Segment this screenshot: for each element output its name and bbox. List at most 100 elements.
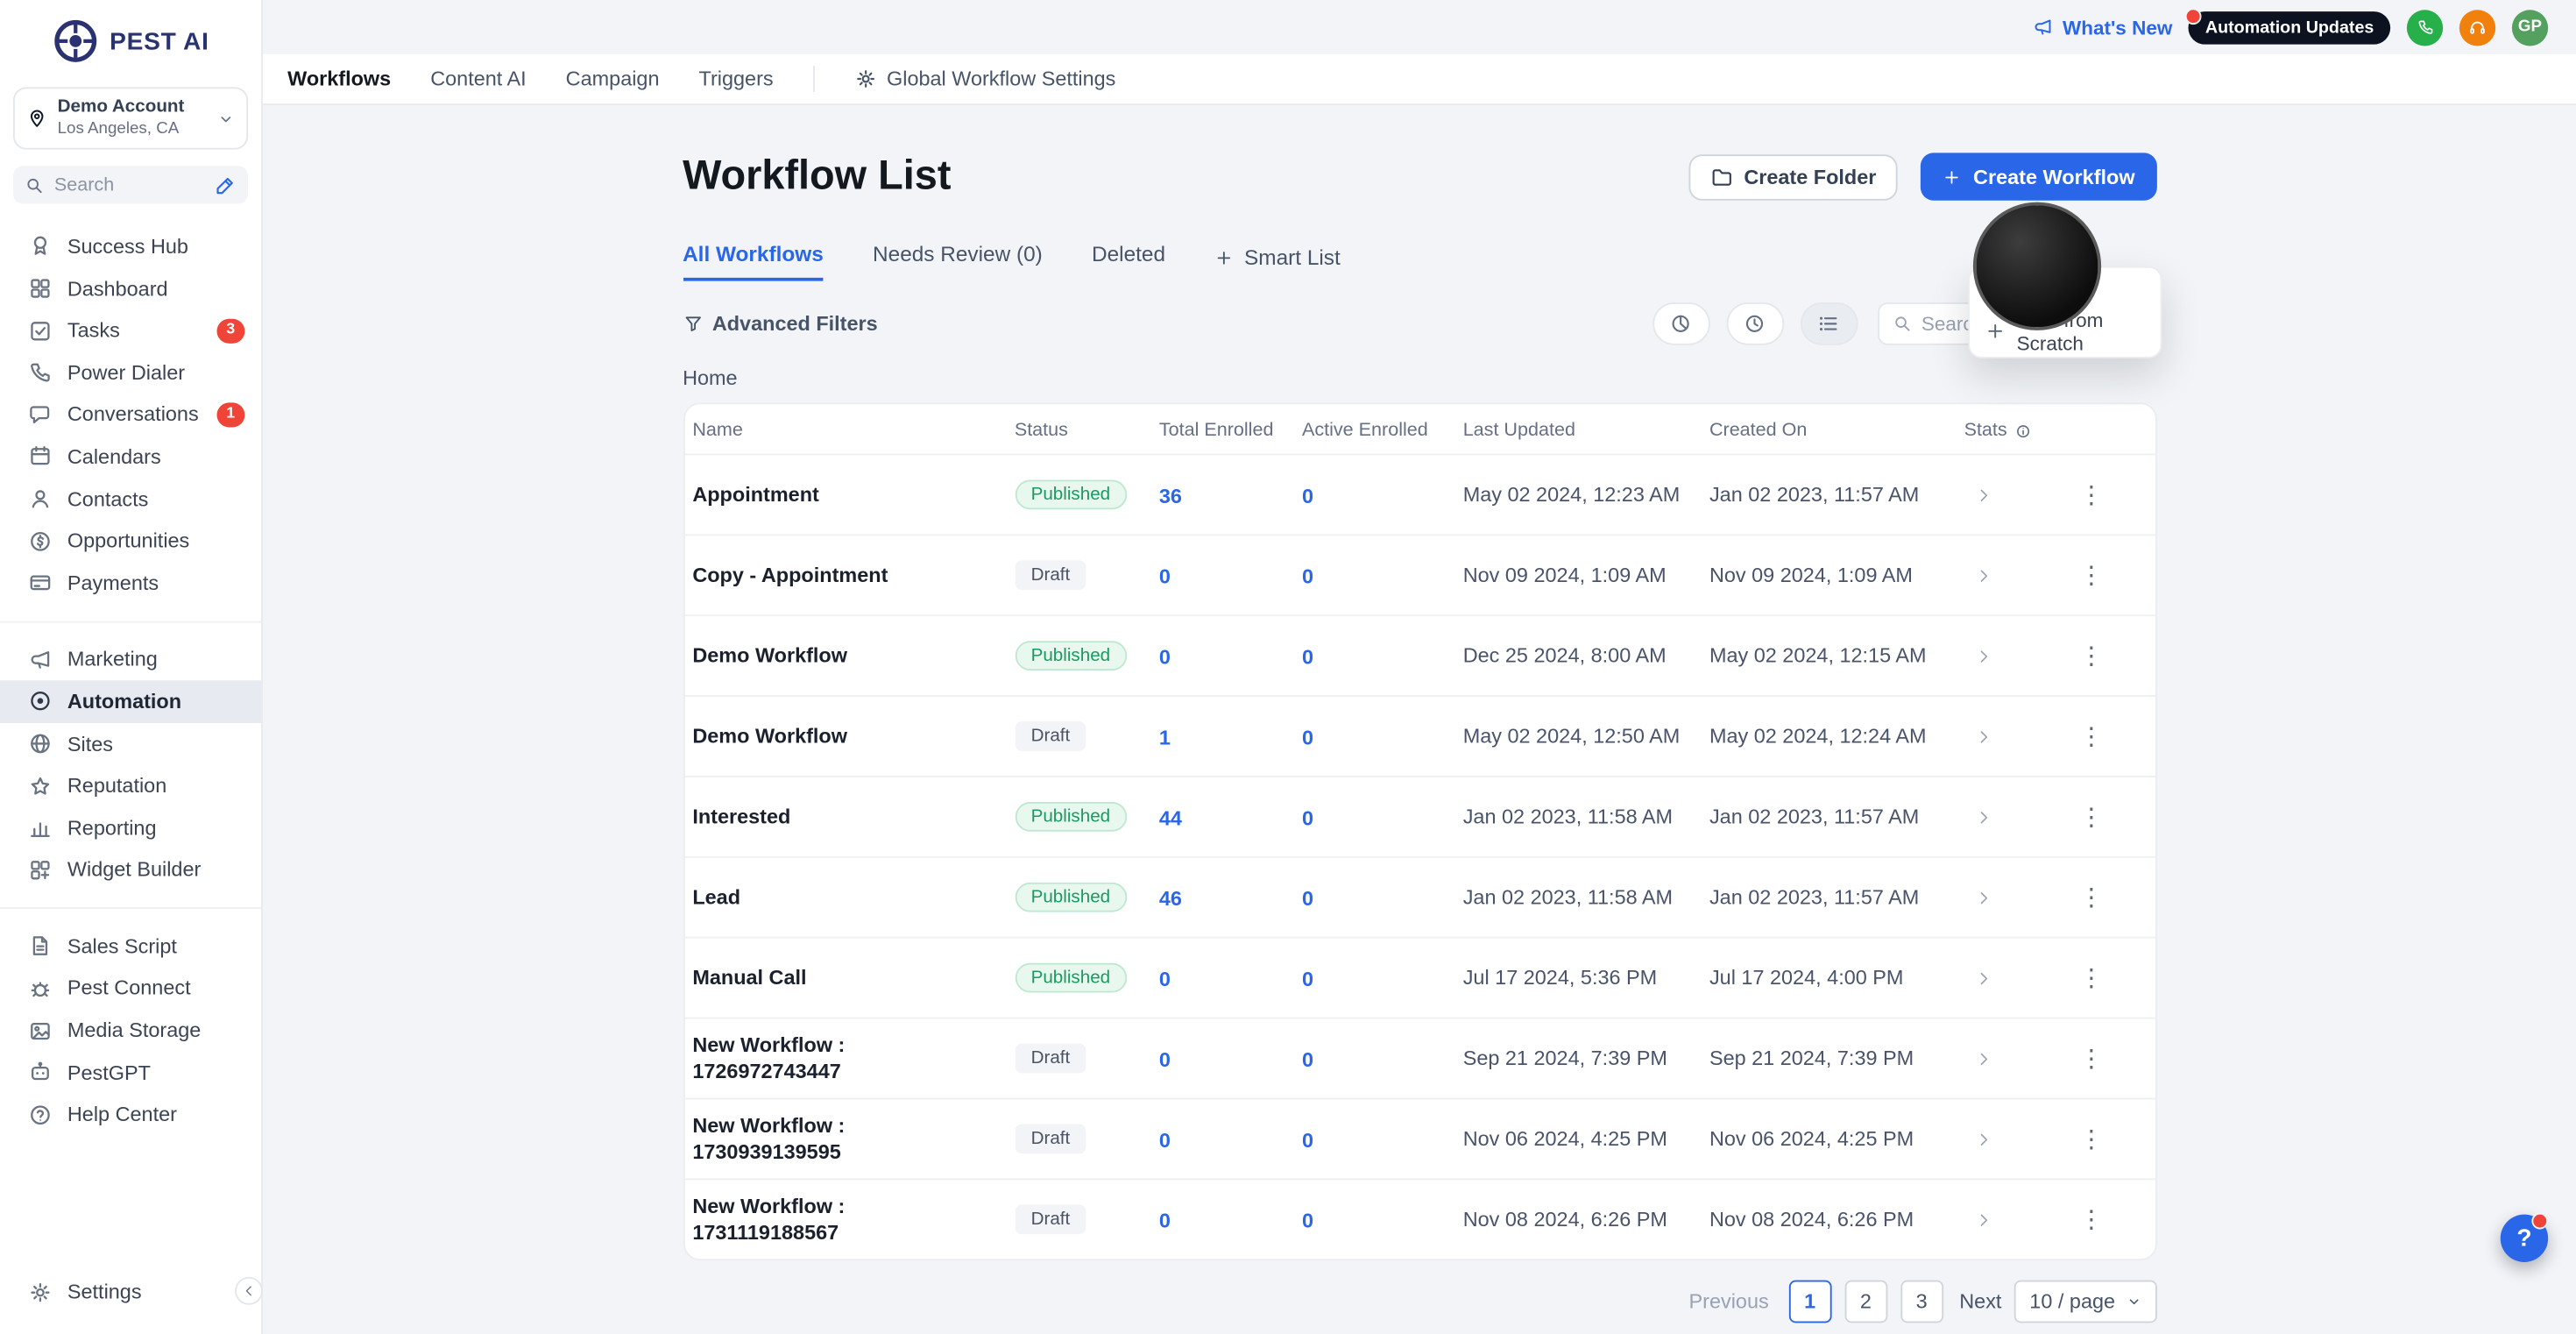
row-menu-kebab[interactable]: ⋮ — [2066, 1044, 2148, 1074]
call-status-button[interactable] — [2406, 9, 2444, 46]
breadcrumb[interactable]: Home — [683, 366, 2156, 389]
active-enrolled-link[interactable]: 0 — [1302, 485, 1313, 507]
total-enrolled-link[interactable]: 0 — [1159, 565, 1171, 588]
page-size-select[interactable]: 10 / page — [2014, 1281, 2156, 1324]
row-menu-kebab[interactable]: ⋮ — [2066, 803, 2148, 833]
row-open-chevron[interactable] — [1964, 1131, 2066, 1149]
total-enrolled-link[interactable]: 0 — [1159, 968, 1171, 990]
workflow-name[interactable]: Interested — [692, 804, 1015, 832]
sidebar-item-settings[interactable]: Settings — [0, 1271, 261, 1313]
total-enrolled-link[interactable]: 1 — [1159, 727, 1171, 749]
row-menu-kebab[interactable]: ⋮ — [2066, 480, 2148, 510]
tab-smart-list[interactable]: Smart List — [1214, 245, 1341, 280]
global-workflow-settings-link[interactable]: Global Workflow Settings — [854, 67, 1115, 90]
workflow-name[interactable]: Demo Workflow — [692, 642, 1015, 671]
row-open-chevron[interactable] — [1964, 889, 2066, 907]
row-menu-kebab[interactable]: ⋮ — [2066, 963, 2148, 993]
sidebar-item-opportunities[interactable]: Opportunities — [0, 520, 261, 562]
workflow-name[interactable]: Copy - Appointment — [692, 562, 1015, 590]
total-enrolled-link[interactable]: 44 — [1159, 806, 1182, 829]
row-open-chevron[interactable] — [1964, 1211, 2066, 1230]
row-open-chevron[interactable] — [1964, 969, 2066, 988]
active-enrolled-link[interactable]: 0 — [1302, 565, 1313, 588]
row-open-chevron[interactable] — [1964, 727, 2066, 746]
total-enrolled-link[interactable]: 0 — [1159, 646, 1171, 669]
compose-icon[interactable] — [214, 174, 237, 196]
list-view-button[interactable] — [1800, 302, 1858, 345]
sidebar-item-dashboard[interactable]: Dashboard — [0, 267, 261, 309]
help-fab-button[interactable]: ? — [2500, 1212, 2549, 1262]
page-button-1[interactable]: 1 — [1788, 1281, 1831, 1324]
user-avatar[interactable]: GP — [2511, 9, 2549, 46]
row-menu-kebab[interactable]: ⋮ — [2066, 1205, 2148, 1235]
total-enrolled-link[interactable]: 36 — [1159, 485, 1182, 507]
page-button-3[interactable]: 3 — [1900, 1281, 1943, 1324]
row-menu-kebab[interactable]: ⋮ — [2066, 561, 2148, 591]
create-folder-button[interactable]: Create Folder — [1688, 153, 1898, 200]
sidebar-item-widget-builder[interactable]: Widget Builder — [0, 848, 261, 891]
active-enrolled-link[interactable]: 0 — [1302, 1210, 1313, 1232]
sidebar-search-input[interactable] — [53, 175, 196, 195]
active-enrolled-link[interactable]: 0 — [1302, 727, 1313, 749]
sidebar-item-tasks[interactable]: Tasks 3 — [0, 309, 261, 351]
sidebar-item-help-center[interactable]: Help Center — [0, 1094, 261, 1136]
chart-view-button[interactable] — [1652, 302, 1709, 345]
sidebar-item-pest-connect[interactable]: Pest Connect — [0, 968, 261, 1010]
workflow-name[interactable]: Lead — [692, 884, 1015, 912]
navbar-tab-triggers[interactable]: Triggers — [699, 67, 774, 90]
previous-page-button[interactable]: Previous — [1689, 1291, 1769, 1314]
account-switcher[interactable]: Demo Account Los Angeles, CA — [13, 87, 249, 150]
total-enrolled-link[interactable]: 46 — [1159, 887, 1182, 910]
workflow-name[interactable]: Manual Call — [692, 965, 1015, 993]
row-menu-kebab[interactable]: ⋮ — [2066, 722, 2148, 752]
sidebar-item-reporting[interactable]: Reporting — [0, 806, 261, 848]
total-enrolled-link[interactable]: 0 — [1159, 1210, 1171, 1232]
row-open-chevron[interactable] — [1964, 1050, 2066, 1068]
advanced-filters-button[interactable]: Advanced Filters — [683, 312, 878, 336]
navbar-tab-content-ai[interactable]: Content AI — [430, 67, 526, 90]
row-open-chevron[interactable] — [1964, 648, 2066, 666]
workflow-name[interactable]: Appointment — [692, 481, 1015, 509]
sidebar-item-sites[interactable]: Sites — [0, 722, 261, 764]
sidebar-item-power-dialer[interactable]: Power Dialer — [0, 351, 261, 394]
tab-deleted[interactable]: Deleted — [1092, 242, 1165, 281]
sidebar-item-calendars[interactable]: Calendars — [0, 436, 261, 478]
row-menu-kebab[interactable]: ⋮ — [2066, 1125, 2148, 1154]
sidebar-item-contacts[interactable]: Contacts — [0, 478, 261, 520]
workflow-name[interactable]: New Workflow : 1726972743447 — [692, 1032, 1015, 1087]
tab-all-workflows[interactable]: All Workflows — [683, 242, 824, 281]
history-view-button[interactable] — [1725, 302, 1784, 345]
next-page-button[interactable]: Next — [1959, 1291, 2001, 1314]
row-menu-kebab[interactable]: ⋮ — [2066, 642, 2148, 671]
row-open-chevron[interactable] — [1964, 486, 2066, 505]
whats-new-link[interactable]: What's New — [2033, 16, 2172, 39]
row-open-chevron[interactable] — [1964, 567, 2066, 585]
support-button[interactable] — [2459, 9, 2496, 46]
row-menu-kebab[interactable]: ⋮ — [2066, 883, 2148, 912]
create-workflow-button[interactable]: Create Workflow — [1921, 153, 2156, 201]
sidebar-item-marketing[interactable]: Marketing — [0, 638, 261, 680]
total-enrolled-link[interactable]: 0 — [1159, 1129, 1171, 1152]
row-open-chevron[interactable] — [1964, 808, 2066, 827]
active-enrolled-link[interactable]: 0 — [1302, 1129, 1313, 1152]
sidebar-item-reputation[interactable]: Reputation — [0, 764, 261, 806]
sidebar-item-payments[interactable]: Payments — [0, 562, 261, 604]
sidebar-item-media-storage[interactable]: Media Storage — [0, 1010, 261, 1052]
workflow-name[interactable]: New Workflow : 1731119188567 — [692, 1192, 1015, 1247]
workflow-name[interactable]: Demo Workflow — [692, 723, 1015, 751]
sidebar-item-pestgpt[interactable]: PestGPT — [0, 1052, 261, 1094]
navbar-tab-campaign[interactable]: Campaign — [566, 67, 660, 90]
page-button-2[interactable]: 2 — [1844, 1281, 1887, 1324]
navbar-tab-workflows[interactable]: Workflows — [287, 67, 391, 90]
active-enrolled-link[interactable]: 0 — [1302, 1048, 1313, 1071]
active-enrolled-link[interactable]: 0 — [1302, 887, 1313, 910]
active-enrolled-link[interactable]: 0 — [1302, 968, 1313, 990]
workflow-name[interactable]: New Workflow : 1730939139595 — [692, 1111, 1015, 1167]
active-enrolled-link[interactable]: 0 — [1302, 646, 1313, 669]
automation-updates-badge[interactable]: Automation Updates — [2185, 7, 2391, 44]
sidebar-item-conversations[interactable]: Conversations 1 — [0, 394, 261, 436]
active-enrolled-link[interactable]: 0 — [1302, 806, 1313, 829]
total-enrolled-link[interactable]: 0 — [1159, 1048, 1171, 1071]
tab-needs-review[interactable]: Needs Review (0) — [873, 242, 1043, 281]
sidebar-search[interactable] — [13, 166, 249, 204]
